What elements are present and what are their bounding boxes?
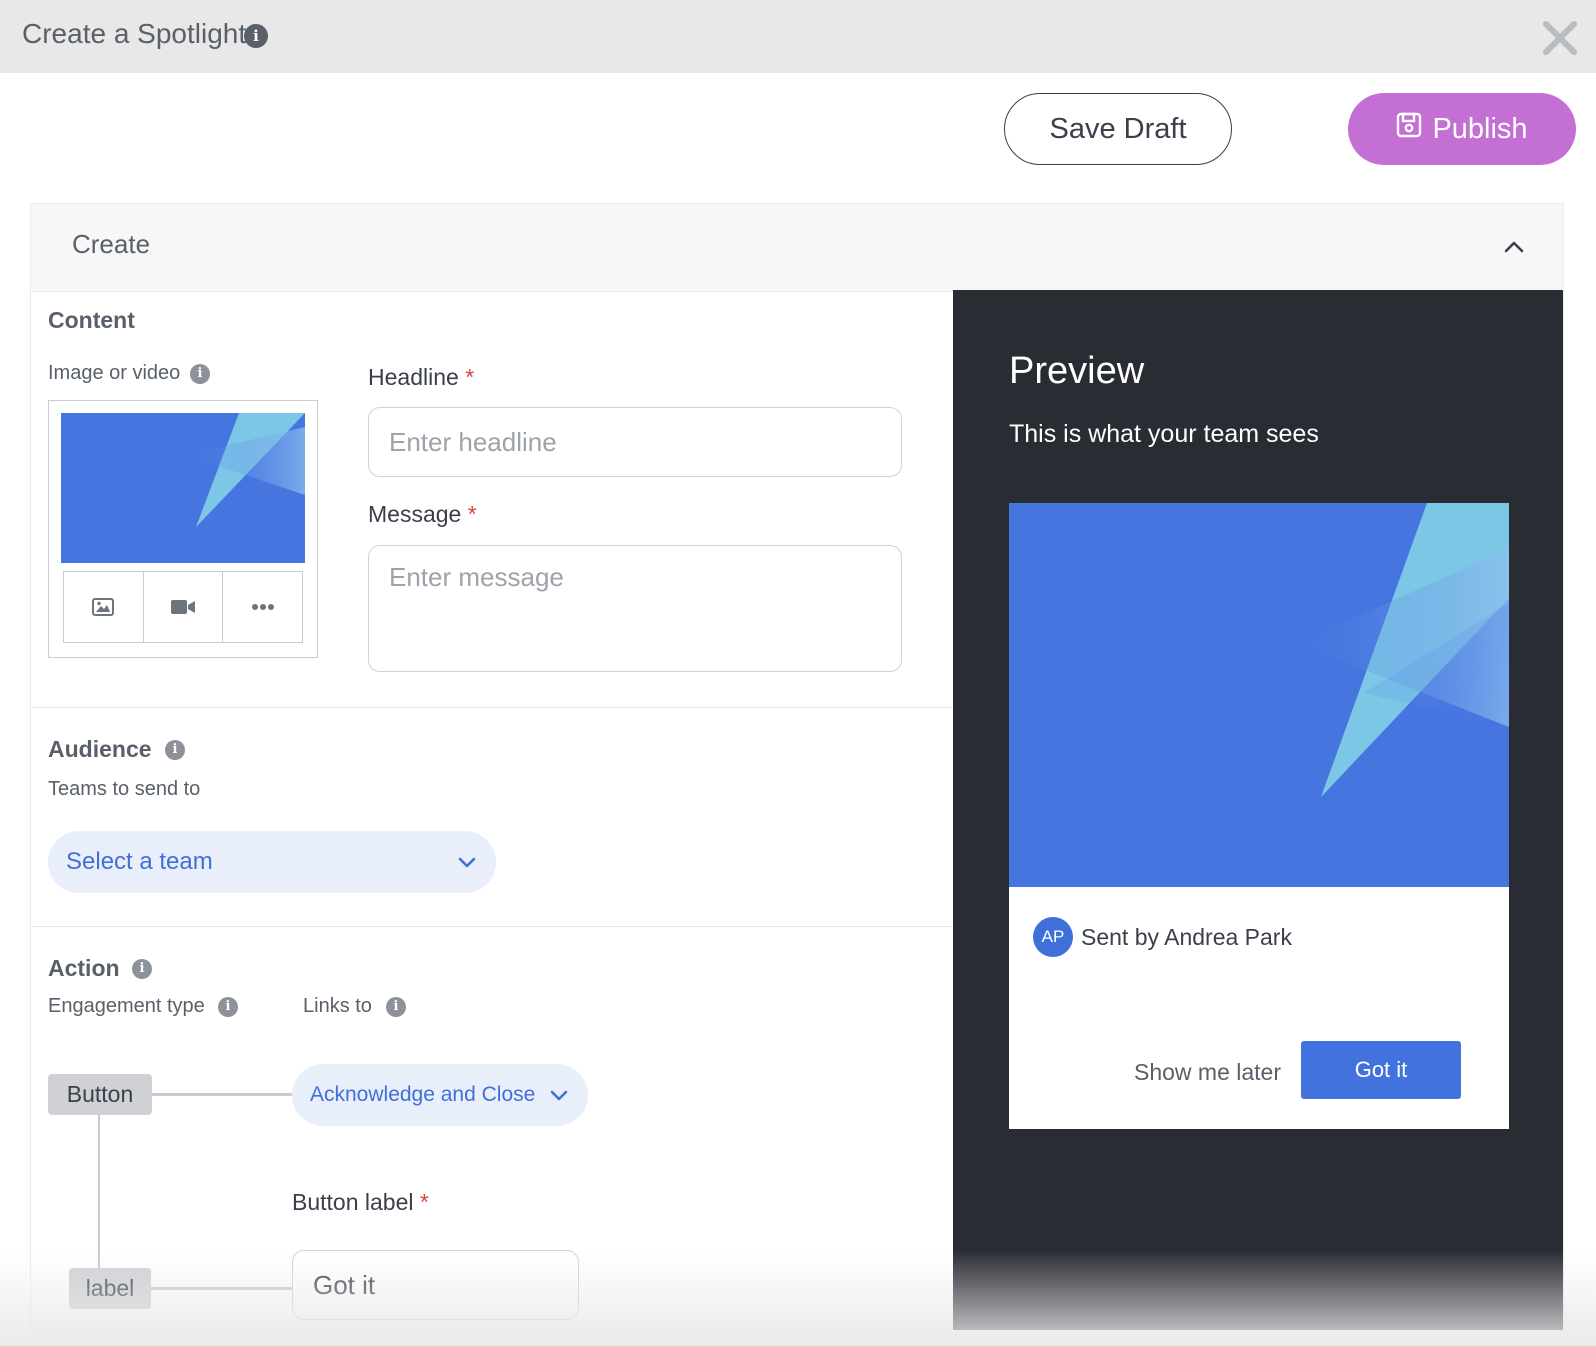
spotlight-card: AP Sent by Andrea Park Show me later Got… xyxy=(1009,503,1509,1129)
teams-label: Teams to send to xyxy=(48,778,201,800)
section-divider xyxy=(31,707,951,708)
info-icon[interactable]: i xyxy=(165,740,185,760)
add-video-button[interactable] xyxy=(144,572,224,642)
window-title: Create a Spotlight xyxy=(22,18,247,49)
message-label: Message * xyxy=(368,501,477,527)
panel-title: Create xyxy=(72,229,151,259)
preview-title: Preview xyxy=(1009,350,1145,392)
panel-header[interactable]: Create xyxy=(31,204,1563,292)
headline-input[interactable] xyxy=(368,407,902,477)
spotlight-image xyxy=(1009,503,1509,887)
publish-label: Publish xyxy=(1432,112,1528,145)
info-icon[interactable]: i xyxy=(132,959,152,979)
add-image-button[interactable] xyxy=(64,572,144,642)
audience-section-title: Audience xyxy=(48,736,152,762)
info-icon[interactable]: i xyxy=(244,24,268,48)
engagement-type-label: Engagement type xyxy=(48,995,205,1017)
media-label: Image or video xyxy=(48,362,181,384)
button-label-input[interactable] xyxy=(292,1250,579,1320)
media-picker xyxy=(48,400,318,658)
connector-line xyxy=(98,1114,100,1282)
more-options-button[interactable] xyxy=(223,572,302,642)
chevron-up-icon[interactable] xyxy=(1501,234,1527,260)
button-node[interactable]: Button xyxy=(48,1074,152,1115)
message-input[interactable] xyxy=(368,545,902,672)
chevron-down-icon xyxy=(458,857,476,868)
more-icon xyxy=(251,604,274,610)
button-label-label: Button label * xyxy=(292,1189,429,1215)
video-icon xyxy=(171,600,195,614)
info-icon[interactable]: i xyxy=(386,997,406,1017)
sender-text: Sent by Andrea Park xyxy=(1081,924,1292,950)
section-divider xyxy=(31,926,951,927)
required-mark: * xyxy=(465,364,475,390)
connector-line xyxy=(151,1093,293,1096)
team-select[interactable]: Select a team xyxy=(48,831,496,893)
preview-subtitle: This is what your team sees xyxy=(1009,420,1319,448)
media-thumbnail xyxy=(61,413,305,563)
got-it-button[interactable]: Got it xyxy=(1301,1041,1461,1099)
connector-line xyxy=(151,1287,293,1290)
required-mark: * xyxy=(467,501,477,527)
label-node[interactable]: label xyxy=(69,1268,151,1309)
save-icon xyxy=(1396,112,1422,146)
links-to-label: Links to xyxy=(303,995,372,1017)
preview-pane: Preview This is what your team sees AP S… xyxy=(953,290,1563,1330)
publish-button[interactable]: Publish xyxy=(1348,93,1576,165)
chevron-down-icon xyxy=(550,1090,568,1101)
required-mark: * xyxy=(419,1189,429,1215)
image-icon xyxy=(92,598,115,616)
links-to-select[interactable]: Acknowledge and Close xyxy=(292,1064,588,1126)
headline-label: Headline * xyxy=(368,364,475,390)
info-icon[interactable]: i xyxy=(218,997,238,1017)
close-icon[interactable] xyxy=(1540,18,1580,58)
info-icon[interactable]: i xyxy=(190,364,210,384)
save-draft-button[interactable]: Save Draft xyxy=(1004,93,1232,165)
avatar: AP xyxy=(1033,917,1073,957)
action-section-title: Action xyxy=(48,955,120,981)
show-me-later-link[interactable]: Show me later xyxy=(1134,1059,1281,1086)
title-bar: Create a Spotlight i xyxy=(0,0,1596,73)
media-tools xyxy=(63,571,303,643)
team-select-value: Select a team xyxy=(66,848,213,875)
content-section-title: Content xyxy=(48,307,135,333)
links-to-select-value: Acknowledge and Close xyxy=(310,1083,536,1106)
create-panel: Create Content Image or video i Headline… xyxy=(30,203,1564,1330)
